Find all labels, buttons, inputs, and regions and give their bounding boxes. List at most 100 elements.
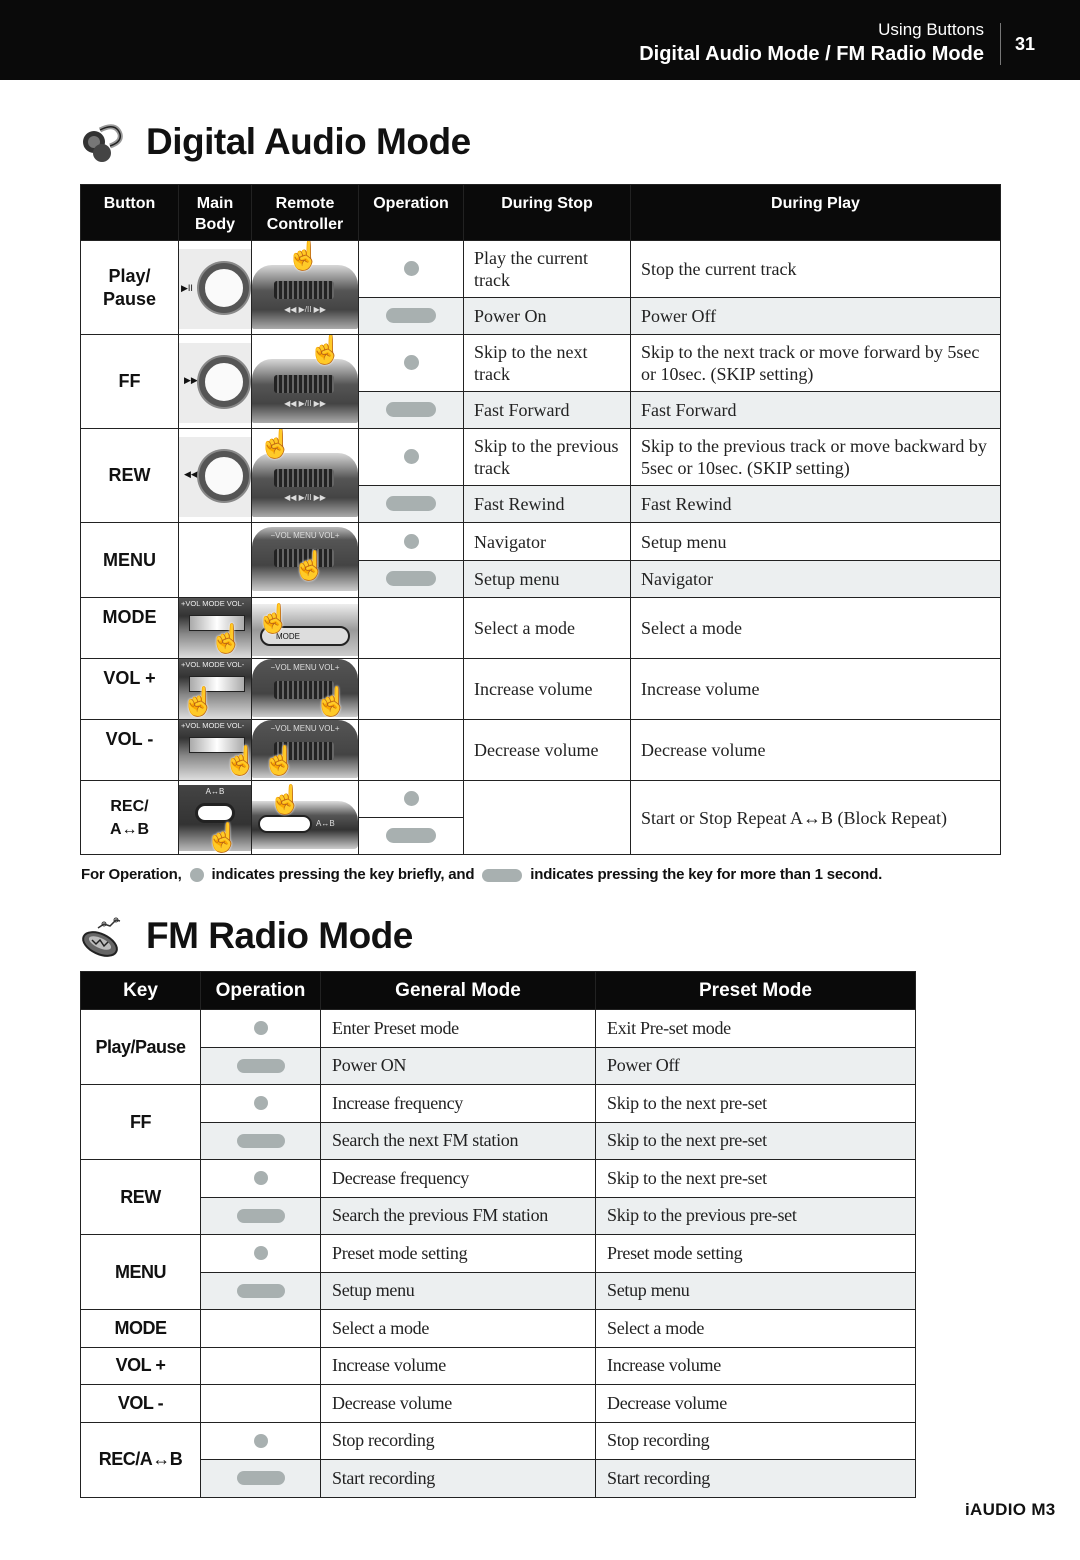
during-play: Fast Rewind [630,485,1001,523]
button-name: VOL - [80,719,179,781]
during-play: Fast Forward [630,391,1001,429]
operation-empty [358,597,464,659]
main-body-image: ▶▶ [178,334,252,429]
fm-radio-heading: FM Radio Mode [80,914,413,958]
during-play: Skip to the next track or move forward b… [630,334,1001,392]
long-press-icon [236,1058,285,1073]
long-press-indicator [200,1196,321,1235]
long-press-icon [236,1471,285,1486]
pointing-hand-icon: ☝ [256,603,291,634]
during-stop: Play the current track [463,240,631,298]
pointing-hand-icon: ☝ [268,784,303,815]
short-press-icon [253,1433,268,1448]
during-play: Navigator [630,560,1001,598]
table-header-row: Key Operation General Mode Preset Mode [80,971,916,1010]
operation-empty [200,1384,321,1423]
operation-empty [358,719,464,781]
during-stop: Decrease volume [463,719,631,781]
pointing-hand-icon: ☝ [205,822,240,853]
short-press-indicator [358,522,464,561]
long-press-indicator [358,560,464,598]
button-name: REW [80,428,179,523]
operation-legend: For Operation, indicates pressing the ke… [81,866,883,883]
table-row: Search the previous FM station Skip to th… [81,1196,916,1235]
short-press-indicator [200,1159,321,1198]
header-divider [1000,23,1001,65]
long-press-indicator [358,485,464,523]
main-body-image [178,522,252,598]
during-play: Decrease volume [630,719,1001,781]
header-title: Digital Audio Mode / FM Radio Mode [639,43,984,65]
digital-audio-heading: Digital Audio Mode [80,120,471,164]
pointing-hand-icon: ☝ [209,623,244,654]
key-name: VOL - [80,1384,201,1423]
button-name: Play/Pause [80,240,179,335]
table-row: VOL + Increase volume Increase volume [80,1346,916,1385]
general-mode-action: Decrease volume [320,1384,596,1423]
digital-audio-table: Button Main Body Remote Controller Operati… [80,184,1001,855]
during-stop: Skip to the next track [463,334,631,392]
table-row: MODE Select a mode Select a mode [80,1309,916,1348]
headphones-icon [83,124,123,162]
preset-mode-action: Skip to the next pre-set [595,1159,916,1198]
short-press-indicator [200,1009,321,1048]
main-body-image: ▶II [178,240,252,335]
button-name: FF [80,334,179,429]
preset-mode-action: Setup menu [595,1271,916,1310]
preset-mode-action: Skip to the next pre-set [595,1084,916,1123]
during-stop: Fast Rewind [463,485,631,523]
long-press-icon [236,1283,285,1298]
button-name: REC/A↔B [80,780,179,855]
remote-controller-image: −VOL MENU VOL+ ☝ [251,522,359,598]
general-mode-action: Preset mode setting [320,1234,596,1273]
preset-mode-action: Decrease volume [595,1384,916,1423]
main-body-image: A↔B ☝ [178,780,252,855]
page-number: 31 [1015,34,1036,54]
key-name: MENU [80,1234,201,1310]
jog-wheel-icon [199,451,249,501]
remote-controller-image: −VOL MENU VOL+ ☝ [251,719,359,781]
during-play: Stop the current track [630,240,1001,298]
remote-controller-image: −VOL MENU VOL+ ☝ [251,658,359,720]
during-play: Increase volume [630,658,1001,720]
long-press-indicator [200,1121,321,1160]
pointing-hand-icon: ☝ [181,686,216,717]
table-row: FF Increase frequency Skip to the next pre… [80,1084,916,1160]
short-press-icon [189,868,204,883]
general-mode-action: Search the previous FM station [320,1196,596,1235]
brand-name: iAUDIO M3 [965,1500,1056,1519]
general-mode-action: Increase volume [320,1346,596,1385]
preset-mode-action: Skip to the previous pre-set [595,1196,916,1235]
short-press-indicator [358,334,464,392]
col-header-text: Remote Controller [266,195,344,233]
header-section: Using Buttons [878,20,984,39]
long-press-icon [236,1133,285,1148]
during-stop: Navigator [463,522,631,561]
radio-icon [82,917,121,957]
fm-radio-title: FM Radio Mode [146,915,413,956]
preset-mode-action: Stop recording [595,1421,916,1460]
pointing-hand-icon: ☝ [223,744,251,777]
page-header: Using Buttons Digital Audio Mode / FM Ra… [0,0,1080,80]
preset-mode-action: Exit Pre-set mode [595,1009,916,1048]
table-row: REC/A↔B A↔B ☝ A↔B ☝ Start or Stop Repeat… [80,780,1001,855]
table-row: VOL - Decrease volume Decrease volume [80,1384,916,1423]
short-press-indicator [358,428,464,486]
remote-controller-image: MODE ☝ [251,597,359,659]
long-press-indicator [200,1459,321,1498]
col-header: General Mode [320,971,596,1010]
short-press-icon [403,261,419,277]
long-press-icon [386,828,436,844]
short-press-icon [253,1246,268,1261]
short-press-icon [403,791,419,807]
during-stop: Select a mode [463,597,631,659]
short-press-indicator [358,780,464,818]
remote-controller-image: ◀◀ ▶/II ▶▶ ☝ [251,334,359,429]
col-header: Remote Controller [251,184,359,241]
short-press-indicator [358,240,464,298]
general-mode-action: Setup menu [320,1271,596,1310]
table-row: Play/Pause ▶II ◀◀ ▶/II ▶▶ ☝ Play the cur… [80,240,1001,335]
general-mode-action: Select a mode [320,1309,596,1348]
general-mode-action: Enter Preset mode [320,1009,596,1048]
during-stop [463,780,631,855]
